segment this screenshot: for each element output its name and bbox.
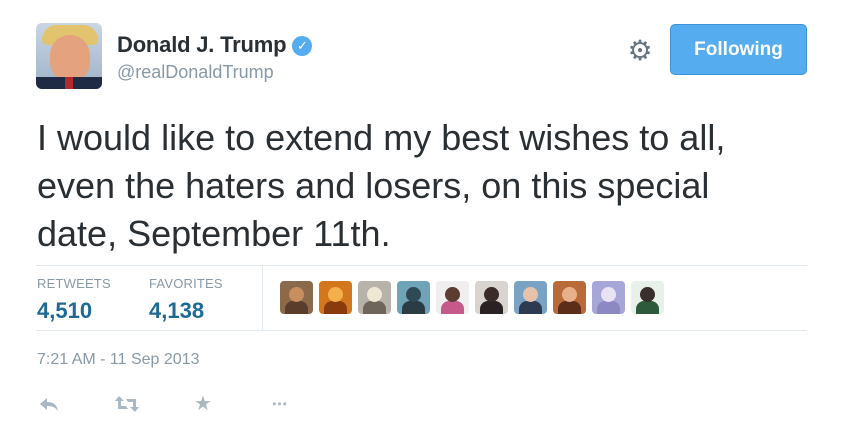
favoriter-avatar-7[interactable] [514,281,547,314]
avatar-face [50,35,90,81]
author-name-text: Donald J. Trump [117,32,287,57]
stats-top-divider [36,265,807,266]
retweets-stat[interactable]: RETWEETS 4,510 [37,276,111,324]
gear-icon[interactable]: ⚙ [624,35,656,67]
avatar-head-shape [406,287,421,302]
avatar-head-shape [289,287,304,302]
favoriter-avatar-9[interactable] [592,281,625,314]
favoriter-avatar-2[interactable] [319,281,352,314]
tweet-timestamp[interactable]: 7:21 AM - 11 Sep 2013 [37,351,199,369]
favoriter-avatar-6[interactable] [475,281,508,314]
favoriter-avatar-5[interactable] [436,281,469,314]
favoriter-avatar-1[interactable] [280,281,313,314]
avatar-body-shape [363,301,386,314]
avatar-body-shape [480,301,503,314]
favoriter-avatar-8[interactable] [553,281,586,314]
avatar-head-shape [328,287,343,302]
author-handle[interactable]: @realDonaldTrump [117,62,274,83]
avatar-body-shape [402,301,425,314]
reply-icon[interactable] [37,392,61,416]
avatar-head-shape [601,287,616,302]
retweets-label: RETWEETS [37,276,111,291]
avatar-body-shape [285,301,308,314]
avatar-tie [65,77,73,89]
avatar-head-shape [562,287,577,302]
favorites-label: FAVORITES [149,276,223,291]
tweet-card: Donald J. Trump ✓ @realDonaldTrump ⚙ Foll… [0,0,867,444]
verified-badge-icon: ✓ [292,36,313,56]
avatar-body-shape [441,301,464,314]
avatar-body-shape [519,301,542,314]
favoriters-avatar-list [280,281,664,314]
avatar-head-shape [523,287,538,302]
favoriter-avatar-10[interactable] [631,281,664,314]
favorites-stat[interactable]: FAVORITES 4,138 [149,276,223,324]
favoriter-avatar-3[interactable] [358,281,391,314]
avatar-head-shape [445,287,460,302]
stats-vertical-divider [262,266,263,330]
star-icon[interactable]: ★ [191,392,215,416]
stats-bottom-divider [36,330,807,331]
author-display-name[interactable]: Donald J. Trump ✓ [117,32,313,58]
avatar-head-shape [640,287,655,302]
following-button[interactable]: Following [670,24,807,75]
tweet-actions: ★ ••• [37,392,345,416]
avatar-body-shape [636,301,659,314]
avatar-body-shape [558,301,581,314]
tweet-text: I would like to extend my best wishes to… [37,117,726,254]
favoriter-avatar-4[interactable] [397,281,430,314]
retweets-count: 4,510 [37,298,93,323]
avatar-head-shape [484,287,499,302]
avatar-head-shape [367,287,382,302]
author-avatar[interactable] [36,23,102,89]
avatar-body-shape [324,301,347,314]
avatar-body-shape [597,301,620,314]
retweet-icon[interactable] [114,392,139,416]
favorites-count: 4,138 [149,298,205,323]
more-icon[interactable]: ••• [268,392,292,416]
